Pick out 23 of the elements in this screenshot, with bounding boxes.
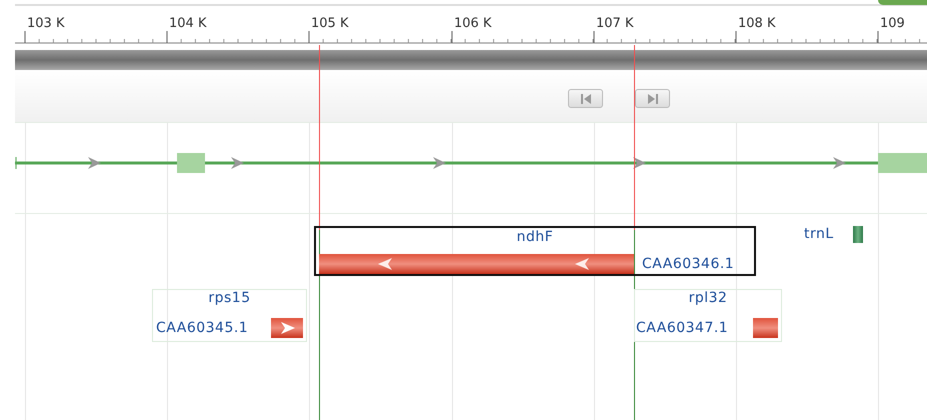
previous-button[interactable] — [568, 89, 603, 108]
tick-label: 108 K — [738, 16, 776, 31]
protein-id[interactable]: CAA60345.1 — [156, 320, 248, 336]
gene-bar[interactable] — [753, 318, 778, 338]
tick-label: 107 K — [596, 16, 634, 31]
skip-back-icon — [578, 92, 592, 104]
tick-label: 105 K — [311, 16, 348, 31]
trna-bar[interactable] — [853, 226, 863, 243]
corner-tab[interactable] — [878, 0, 927, 5]
protein-id[interactable]: CAA60347.1 — [636, 320, 728, 336]
gene-label: trnL — [804, 226, 834, 242]
gene-bar[interactable] — [271, 318, 303, 338]
protein-id[interactable]: CAA60346.1 — [642, 256, 734, 272]
tick-label: 106 K — [454, 16, 492, 31]
gene-label: ndhF — [516, 229, 554, 245]
tick-label: 104 K — [169, 16, 206, 31]
feature-box[interactable] — [314, 226, 756, 276]
skip-forward-icon — [646, 92, 660, 104]
tick-label: 103 K — [27, 16, 64, 31]
gene-label: rpl32 — [688, 290, 728, 306]
next-button[interactable] — [635, 89, 670, 108]
gene-label: rps15 — [207, 290, 252, 306]
tick-label: 109 — [880, 16, 905, 31]
